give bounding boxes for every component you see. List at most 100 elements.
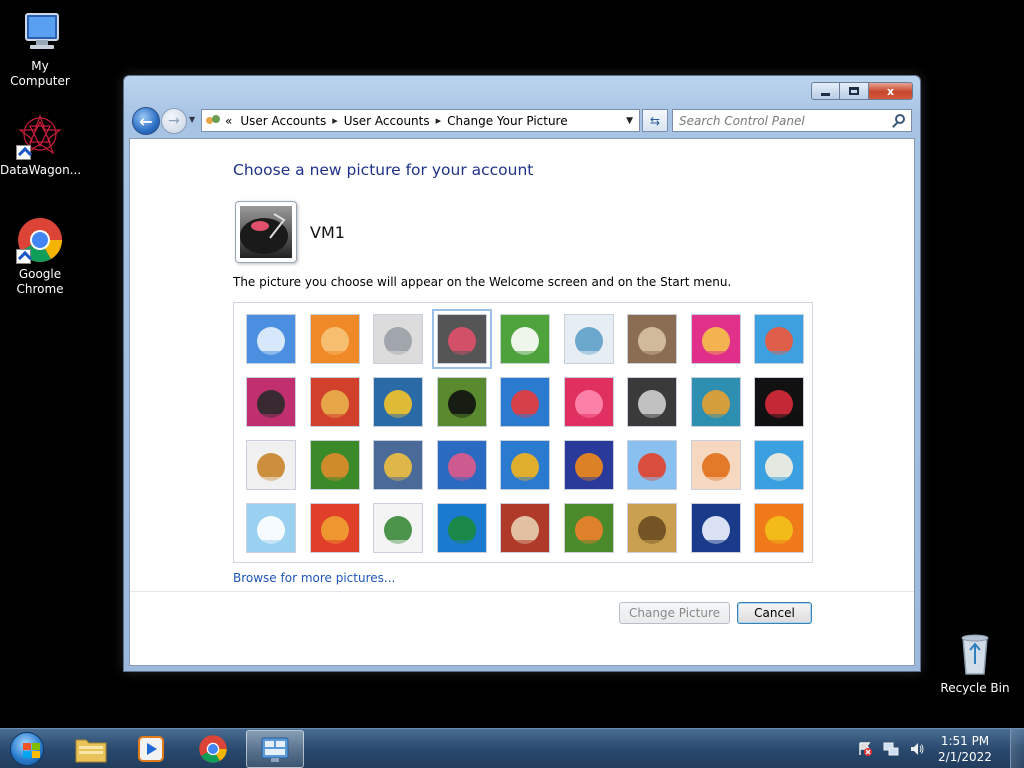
windows-orb-icon — [10, 732, 44, 766]
taskbar-control-panel[interactable] — [246, 730, 304, 768]
minimize-button[interactable] — [811, 82, 840, 100]
cancel-button[interactable]: Cancel — [737, 602, 812, 624]
picture-pink-flower[interactable] — [691, 314, 741, 364]
show-desktop-button[interactable] — [1010, 729, 1024, 768]
recent-pages-dropdown[interactable]: ▼ — [189, 115, 195, 124]
navigation-bar: ← → ▼ « User Accounts ▸ User Accounts ▸ … — [130, 105, 914, 135]
chrome-icon — [199, 735, 227, 763]
breadcrumb-item[interactable]: User Accounts — [344, 114, 430, 128]
address-bar[interactable]: « User Accounts ▸ User Accounts ▸ Change… — [201, 109, 640, 132]
address-dropdown-icon[interactable]: ▼ — [626, 116, 633, 126]
browse-more-pictures-link[interactable]: Browse for more pictures... — [233, 571, 395, 585]
back-arrow-icon: ← — [139, 111, 153, 131]
picture-jacks[interactable] — [627, 377, 677, 427]
minimize-icon — [821, 92, 830, 96]
taskbar-explorer[interactable] — [62, 730, 120, 768]
back-button[interactable]: ← — [132, 107, 160, 135]
breadcrumb-overflow[interactable]: « — [225, 114, 232, 128]
start-button[interactable] — [6, 729, 48, 768]
picture-hot-air-balloon[interactable] — [627, 440, 677, 490]
datawagon-icon — [16, 112, 64, 160]
user-accounts-icon — [205, 113, 221, 129]
folder-icon — [75, 739, 107, 763]
close-icon: x — [886, 84, 895, 98]
breadcrumb-item[interactable]: User Accounts — [240, 114, 326, 128]
current-account-picture — [235, 201, 297, 263]
recycle-bin-icon — [951, 630, 999, 678]
desktop-icon-label: My Computer — [10, 59, 70, 88]
control-panel-window: x ← → ▼ « User Accounts ▸ User Accounts … — [123, 75, 921, 672]
picture-sailboat[interactable] — [754, 440, 804, 490]
picture-turntable[interactable] — [432, 309, 492, 369]
picture-roller-coaster[interactable] — [246, 314, 296, 364]
window-controls: x — [811, 82, 913, 100]
clock[interactable]: 1:51 PM 2/1/2022 — [930, 733, 1000, 765]
taskbar: 1:51 PM 2/1/2022 — [0, 728, 1024, 768]
change-picture-button[interactable]: Change Picture — [619, 602, 730, 624]
taskbar-chrome[interactable] — [184, 730, 242, 768]
picture-spinning-top[interactable] — [564, 314, 614, 364]
picture-sunflower[interactable] — [500, 440, 550, 490]
picture-dog[interactable] — [437, 377, 487, 427]
taskbar-media-player[interactable] — [122, 730, 180, 768]
picture-marbles[interactable] — [373, 503, 423, 553]
picture-robot[interactable] — [373, 440, 423, 490]
desktop-icon-label: Google Chrome — [16, 267, 64, 296]
picture-scarf[interactable] — [437, 440, 487, 490]
desktop-icon-label: Recycle Bin — [940, 681, 1010, 695]
picture-pomeranian[interactable] — [310, 440, 360, 490]
computer-icon — [16, 8, 64, 56]
picture-guitar[interactable] — [246, 440, 296, 490]
clock-date: 2/1/2022 — [938, 750, 992, 764]
picture-daisy[interactable] — [754, 503, 804, 553]
divider — [130, 591, 914, 592]
clock-time: 1:51 PM — [940, 734, 990, 748]
description-text: The picture you choose will appear on th… — [233, 275, 732, 289]
picture-starfish[interactable] — [310, 314, 360, 364]
picture-pattern[interactable] — [500, 503, 550, 553]
search-input[interactable]: Search Control Panel — [672, 109, 912, 132]
close-button[interactable]: x — [869, 82, 913, 100]
breadcrumb-item[interactable]: Change Your Picture — [447, 114, 567, 128]
desktop-icon-google-chrome[interactable]: Google Chrome — [0, 216, 80, 297]
picture-stripes[interactable] — [310, 503, 360, 553]
picture-fabric[interactable] — [310, 377, 360, 427]
picture-robot-toy[interactable] — [373, 314, 423, 364]
forward-button[interactable]: → — [161, 108, 187, 134]
search-placeholder: Search Control Panel — [679, 113, 805, 128]
picture-ferris-wheel[interactable] — [754, 314, 804, 364]
volume-icon[interactable] — [909, 741, 925, 757]
desktop-icon-recycle-bin[interactable]: Recycle Bin — [935, 630, 1015, 696]
picture-stairs[interactable] — [691, 377, 741, 427]
network-icon[interactable] — [883, 741, 899, 757]
picture-grid — [233, 302, 813, 563]
picture-lighthouse[interactable] — [691, 503, 741, 553]
picture-wicker[interactable] — [627, 503, 677, 553]
chrome-icon — [16, 216, 64, 264]
picture-window[interactable] — [437, 503, 487, 553]
refresh-button[interactable]: ⇆ — [642, 109, 668, 132]
maximize-button[interactable] — [840, 82, 869, 100]
picture-ball[interactable] — [246, 377, 296, 427]
picture-crayons[interactable] — [500, 377, 550, 427]
desktop-icon-label: DataWagon... — [0, 163, 82, 177]
shortcut-arrow-icon — [16, 249, 31, 264]
picture-paper-crane[interactable] — [754, 377, 804, 427]
picture-butterfly[interactable] — [564, 503, 614, 553]
picture-fish[interactable] — [564, 440, 614, 490]
search-icon[interactable] — [895, 114, 905, 124]
action-center-icon[interactable] — [857, 741, 873, 757]
desktop-icon-datawagon[interactable]: DataWagon... — [0, 112, 82, 178]
desktop-icon-my-computer[interactable]: My Computer — [0, 8, 80, 89]
picture-leaf[interactable] — [373, 377, 423, 427]
breadcrumb-separator[interactable]: ▸ — [436, 114, 442, 127]
picture-lucky-cat[interactable] — [500, 314, 550, 364]
content-pane: Choose a new picture for your account VM… — [129, 138, 915, 666]
maximize-icon — [849, 87, 859, 95]
picture-kitten[interactable] — [627, 314, 677, 364]
shortcut-arrow-icon — [16, 145, 31, 160]
picture-soccer-ball[interactable] — [246, 503, 296, 553]
picture-doll[interactable] — [691, 440, 741, 490]
picture-paper-star[interactable] — [564, 377, 614, 427]
breadcrumb-separator[interactable]: ▸ — [332, 114, 338, 127]
